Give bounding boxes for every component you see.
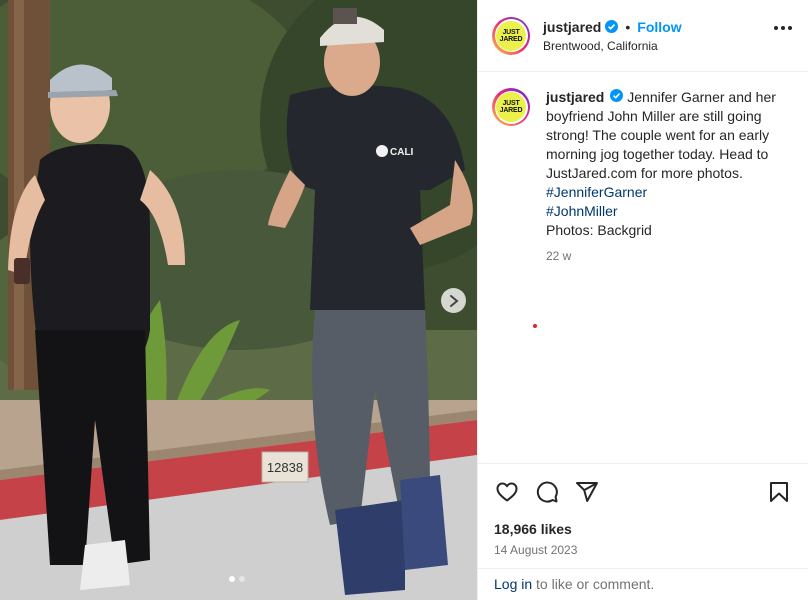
shirt-logo-text: CALI: [390, 147, 414, 158]
caption-avatar-logo-line1: JUST: [502, 100, 520, 107]
avatar-logo: JUST JARED: [496, 20, 526, 51]
caption-avatar-logo-line2: JARED: [499, 107, 523, 114]
avatar-logo-line1: JUST: [502, 28, 520, 36]
login-link[interactable]: Log in: [494, 576, 532, 592]
comment-bubble-icon: [536, 481, 558, 503]
actions-section: 18,966 likes 14 August 2023: [478, 463, 808, 557]
post-date: 14 August 2023: [494, 543, 578, 557]
chevron-right-icon: [449, 294, 459, 307]
heart-icon: [496, 482, 518, 502]
post-caption: JUST JARED justjared Jennifer Garner and…: [478, 72, 808, 266]
likes-count[interactable]: 18,966 likes: [494, 521, 792, 537]
carousel-dot-active: [229, 576, 235, 582]
header-username[interactable]: justjared: [543, 19, 601, 35]
next-photo-button[interactable]: [441, 288, 466, 313]
location-link[interactable]: Brentwood, California: [543, 39, 682, 53]
street-number-text: 12838: [267, 460, 303, 475]
paper-plane-icon: [576, 482, 598, 502]
post-age: 22 w: [546, 249, 572, 263]
verified-badge-icon: [610, 89, 624, 102]
more-options-icon[interactable]: [774, 26, 792, 30]
post-photo: 12838 CALI: [0, 0, 477, 600]
avatar[interactable]: JUST JARED: [492, 16, 530, 55]
follow-button[interactable]: Follow: [637, 19, 681, 35]
avatar-logo-line2: JARED: [499, 35, 523, 43]
caption-username[interactable]: justjared: [546, 89, 604, 105]
login-prompt: Log in to like or comment.: [478, 568, 808, 599]
like-button[interactable]: [494, 479, 520, 505]
photo-scene: 12838 CALI: [0, 0, 477, 600]
verified-badge-icon: [605, 20, 619, 33]
carousel-dot: [239, 576, 245, 582]
red-dot-marker: [533, 324, 537, 328]
post-sidebar: JUST JARED justjared • Follow Brentwood,…: [477, 0, 808, 600]
action-bar: [494, 478, 792, 506]
comment-button[interactable]: [534, 479, 560, 505]
caption-avatar-logo: JUST JARED: [496, 92, 526, 122]
share-button[interactable]: [574, 479, 600, 505]
hashtag-link[interactable]: #JenniferGarner: [546, 183, 782, 202]
separator-bullet: •: [625, 18, 631, 35]
login-prompt-text: to like or comment.: [532, 576, 655, 592]
post-header: JUST JARED justjared • Follow Brentwood,…: [478, 0, 808, 72]
caption-avatar[interactable]: JUST JARED: [492, 88, 530, 126]
photo-credit: Photos: Backgrid: [546, 222, 652, 238]
save-button[interactable]: [766, 479, 792, 505]
hashtag-link[interactable]: #JohnMiller: [546, 202, 782, 221]
carousel-indicator: [229, 576, 245, 582]
bookmark-icon: [770, 482, 788, 502]
